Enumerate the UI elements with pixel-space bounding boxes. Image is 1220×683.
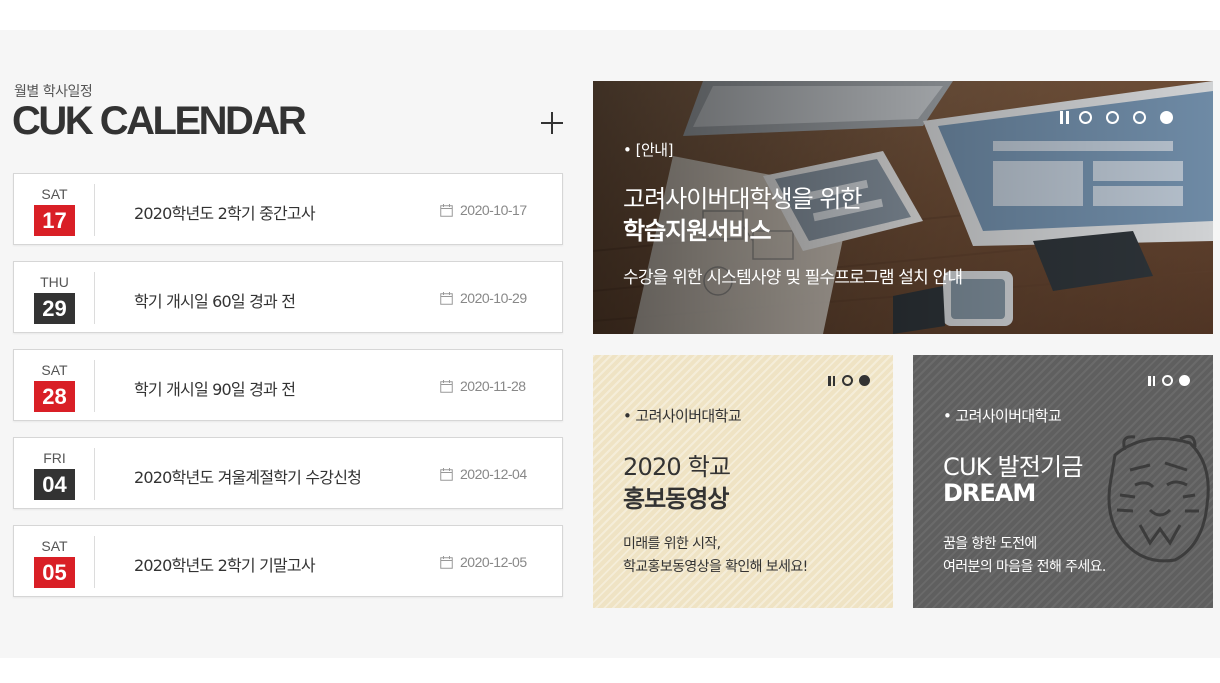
banner-tag: • [안내]	[623, 141, 673, 159]
event-weekday: SAT	[41, 362, 68, 378]
fund-headline-bold: DREAM	[943, 479, 1036, 507]
plus-icon[interactable]	[541, 112, 563, 134]
slide-dot-icon[interactable]	[1106, 111, 1119, 124]
event-date: 2020-10-29	[460, 290, 527, 306]
event-title: 2020학년도 겨울계절학기 수강신청	[134, 468, 362, 487]
tiger-icon	[1107, 434, 1210, 563]
event-title: 2020학년도 2학기 중간고사	[134, 204, 316, 223]
promo-slider-controls	[827, 375, 870, 386]
pause-icon[interactable]	[1147, 375, 1156, 386]
fund-description-2: 여러분의 마음을 전해 주세요.	[943, 559, 1106, 575]
calendar-event-row[interactable]: SAT 28 학기 개시일 90일 경과 전 2020-11-28	[13, 349, 563, 421]
main-banner[interactable]: • [안내] 고려사이버대학생을 위한 학습지원서비스 수강을 위한 시스템사양…	[593, 81, 1213, 334]
fund-headline: CUK 발전기금	[943, 453, 1083, 481]
promo-description-1: 미래를 위한 시작,	[623, 536, 721, 552]
calendar-title: CUK CALENDAR	[12, 99, 307, 143]
event-day: 17	[34, 205, 75, 236]
event-day: 28	[34, 381, 75, 412]
calendar-icon	[440, 556, 453, 569]
event-title: 2020학년도 2학기 기말고사	[134, 556, 316, 575]
promo-headline: 2020 학교	[623, 453, 731, 481]
calendar-icon	[440, 204, 453, 217]
event-weekday: FRI	[43, 450, 66, 466]
calendar-icon	[440, 380, 453, 393]
event-divider	[94, 360, 95, 412]
fund-description-1: 꿈을 향한 도전에	[943, 536, 1037, 552]
calendar-icon	[440, 468, 453, 481]
event-date: 2020-12-04	[460, 466, 527, 482]
event-day: 29	[34, 293, 75, 324]
pause-icon[interactable]	[827, 375, 836, 386]
event-day: 05	[34, 557, 75, 588]
slide-dot-icon[interactable]	[859, 375, 870, 386]
calendar-icon	[440, 292, 453, 305]
calendar-event-row[interactable]: FRI 04 2020학년도 겨울계절학기 수강신청 2020-12-04	[13, 437, 563, 509]
event-divider	[94, 448, 95, 500]
fund-tag: • 고려사이버대학교	[943, 407, 1062, 425]
slide-dot-icon[interactable]	[1160, 111, 1173, 124]
event-divider	[94, 272, 95, 324]
calendar-event-row[interactable]: SAT 05 2020학년도 2학기 기말고사 2020-12-05	[13, 525, 563, 597]
event-date: 2020-11-28	[460, 378, 526, 394]
fund-slider-controls	[1147, 375, 1190, 386]
event-divider	[94, 536, 95, 588]
slide-dot-icon[interactable]	[1162, 375, 1173, 386]
pause-icon[interactable]	[1059, 111, 1071, 124]
slide-dot-icon[interactable]	[1179, 375, 1190, 386]
event-title: 학기 개시일 60일 경과 전	[134, 292, 296, 311]
banner-headline: 고려사이버대학생을 위한	[623, 185, 863, 213]
event-weekday: THU	[40, 274, 69, 290]
calendar-event-row[interactable]: THU 29 학기 개시일 60일 경과 전 2020-10-29	[13, 261, 563, 333]
slide-dot-icon[interactable]	[1079, 111, 1092, 124]
calendar-subtitle: 월별 학사일정	[14, 84, 93, 100]
banner-headline-bold: 학습지원서비스	[623, 217, 772, 245]
event-divider	[94, 184, 95, 236]
event-weekday: SAT	[41, 186, 68, 202]
promo-tag: • 고려사이버대학교	[623, 407, 742, 425]
promo-headline-bold: 홍보동영상	[623, 485, 729, 513]
banner-slider-controls	[1059, 111, 1173, 124]
development-fund-card[interactable]: • 고려사이버대학교 CUK 발전기금 DREAM 꿈을 향한 도전에 여러분의…	[913, 355, 1213, 608]
event-date: 2020-10-17	[460, 202, 527, 218]
event-title: 학기 개시일 90일 경과 전	[134, 380, 296, 399]
banner-description: 수강을 위한 시스템사양 및 필수프로그램 설치 안내	[623, 268, 963, 288]
event-date: 2020-12-05	[460, 554, 527, 570]
slide-dot-icon[interactable]	[1133, 111, 1146, 124]
calendar-event-row[interactable]: SAT 17 2020학년도 2학기 중간고사 2020-10-17	[13, 173, 563, 245]
promo-video-card[interactable]: • 고려사이버대학교 2020 학교 홍보동영상 미래를 위한 시작, 학교홍보…	[593, 355, 893, 608]
event-day: 04	[34, 469, 75, 500]
slide-dot-icon[interactable]	[842, 375, 853, 386]
promo-description-2: 학교홍보동영상을 확인해 보세요!	[623, 559, 808, 575]
event-weekday: SAT	[41, 538, 68, 554]
